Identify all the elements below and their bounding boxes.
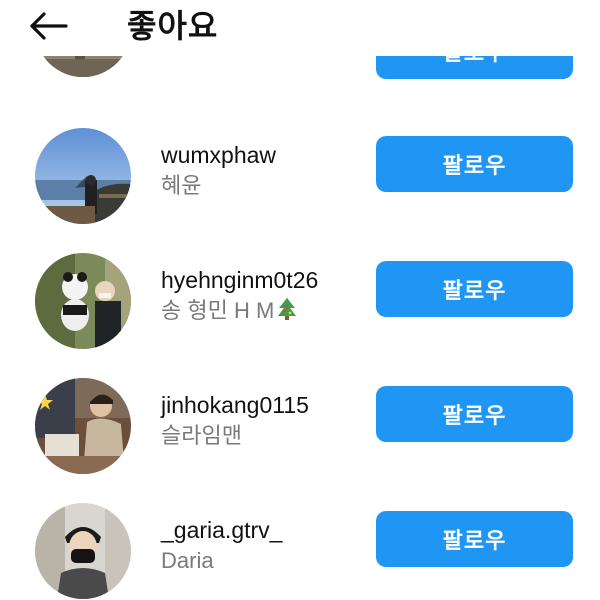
avatar[interactable]	[35, 253, 131, 349]
username[interactable]: hyehnginm0t26	[161, 266, 318, 294]
likes-screen: 팔로우	[0, 0, 600, 600]
list-item[interactable]: _garia.gtrv_ Daria 팔로우	[0, 487, 600, 600]
list-item[interactable]: jinhokang0115 슬라임맨 팔로우	[0, 362, 600, 487]
back-button[interactable]	[22, 6, 74, 50]
follow-button[interactable]: 팔로우	[376, 136, 573, 192]
username[interactable]: _garia.gtrv_	[161, 516, 282, 544]
fullname-text: 송 형민 H M	[161, 298, 275, 323]
fullname: 혜윤	[161, 173, 202, 198]
fullname: 송 형민 H M	[161, 296, 298, 328]
fullname: 슬라임맨	[161, 423, 242, 448]
list-item[interactable]: hyehnginm0t26 송 형민 H M 팔로우	[0, 237, 600, 362]
username[interactable]: wumxphaw	[161, 141, 276, 169]
top-bar: 좋아요	[0, 0, 600, 56]
follow-button[interactable]: 팔로우	[376, 261, 573, 317]
follow-button[interactable]: 팔로우	[376, 511, 573, 567]
page-title: 좋아요	[127, 8, 219, 44]
christmas-tree-icon	[276, 296, 298, 328]
list-item[interactable]: wumxphaw 혜윤 팔로우	[0, 112, 600, 237]
follow-button[interactable]: 팔로우	[376, 386, 573, 442]
arrow-left-icon	[28, 11, 68, 46]
avatar[interactable]	[35, 503, 131, 599]
avatar[interactable]	[35, 128, 131, 224]
fullname: Daria	[161, 548, 214, 573]
username[interactable]: jinhokang0115	[161, 391, 309, 419]
avatar[interactable]	[35, 378, 131, 474]
likes-list: 팔로우	[0, 0, 600, 600]
